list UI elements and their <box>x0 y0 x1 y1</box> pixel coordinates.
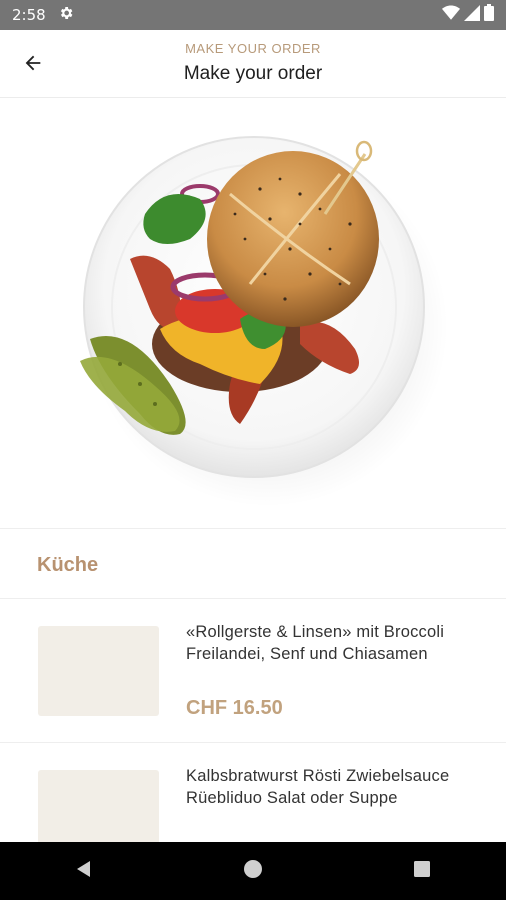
item-name: Kalbsbratwurst Rösti Zwiebelsauce Rüebli… <box>186 767 450 807</box>
settings-gear-icon <box>58 5 74 26</box>
status-time: 2:58 <box>12 6 46 24</box>
section-header: Küche <box>0 530 506 599</box>
item-name: «Rollgerste & Linsen» mit Broccoli Freil… <box>186 623 445 663</box>
recents-square-icon <box>413 860 431 883</box>
nav-recents-button[interactable] <box>392 842 452 900</box>
signal-icon <box>464 4 480 26</box>
battery-icon <box>484 4 494 26</box>
home-circle-icon <box>243 859 263 884</box>
menu-item[interactable]: «Rollgerste & Linsen» mit Broccoli Freil… <box>0 600 506 743</box>
item-thumbnail <box>38 770 159 842</box>
hero-image <box>0 99 506 529</box>
burger-on-plate-with-pickles-photo <box>80 136 448 507</box>
nav-home-button[interactable] <box>223 842 283 900</box>
system-nav-bar <box>0 842 506 900</box>
wifi-icon <box>442 5 460 26</box>
back-triangle-icon <box>74 859 94 884</box>
section-title: Küche <box>37 554 99 576</box>
header-kicker: MAKE YOUR ORDER <box>185 41 321 56</box>
menu-item[interactable]: Kalbsbratwurst Rösti Zwiebelsauce Rüebli… <box>0 744 506 842</box>
page-title: Make your order <box>183 63 323 84</box>
item-thumbnail <box>38 626 159 716</box>
item-price: CHF 16.50 <box>186 697 283 719</box>
nav-back-button[interactable] <box>54 842 114 900</box>
app-header: MAKE YOUR ORDER Make your order <box>0 30 506 98</box>
status-icons <box>442 4 494 26</box>
status-bar: 2:58 <box>0 0 506 30</box>
